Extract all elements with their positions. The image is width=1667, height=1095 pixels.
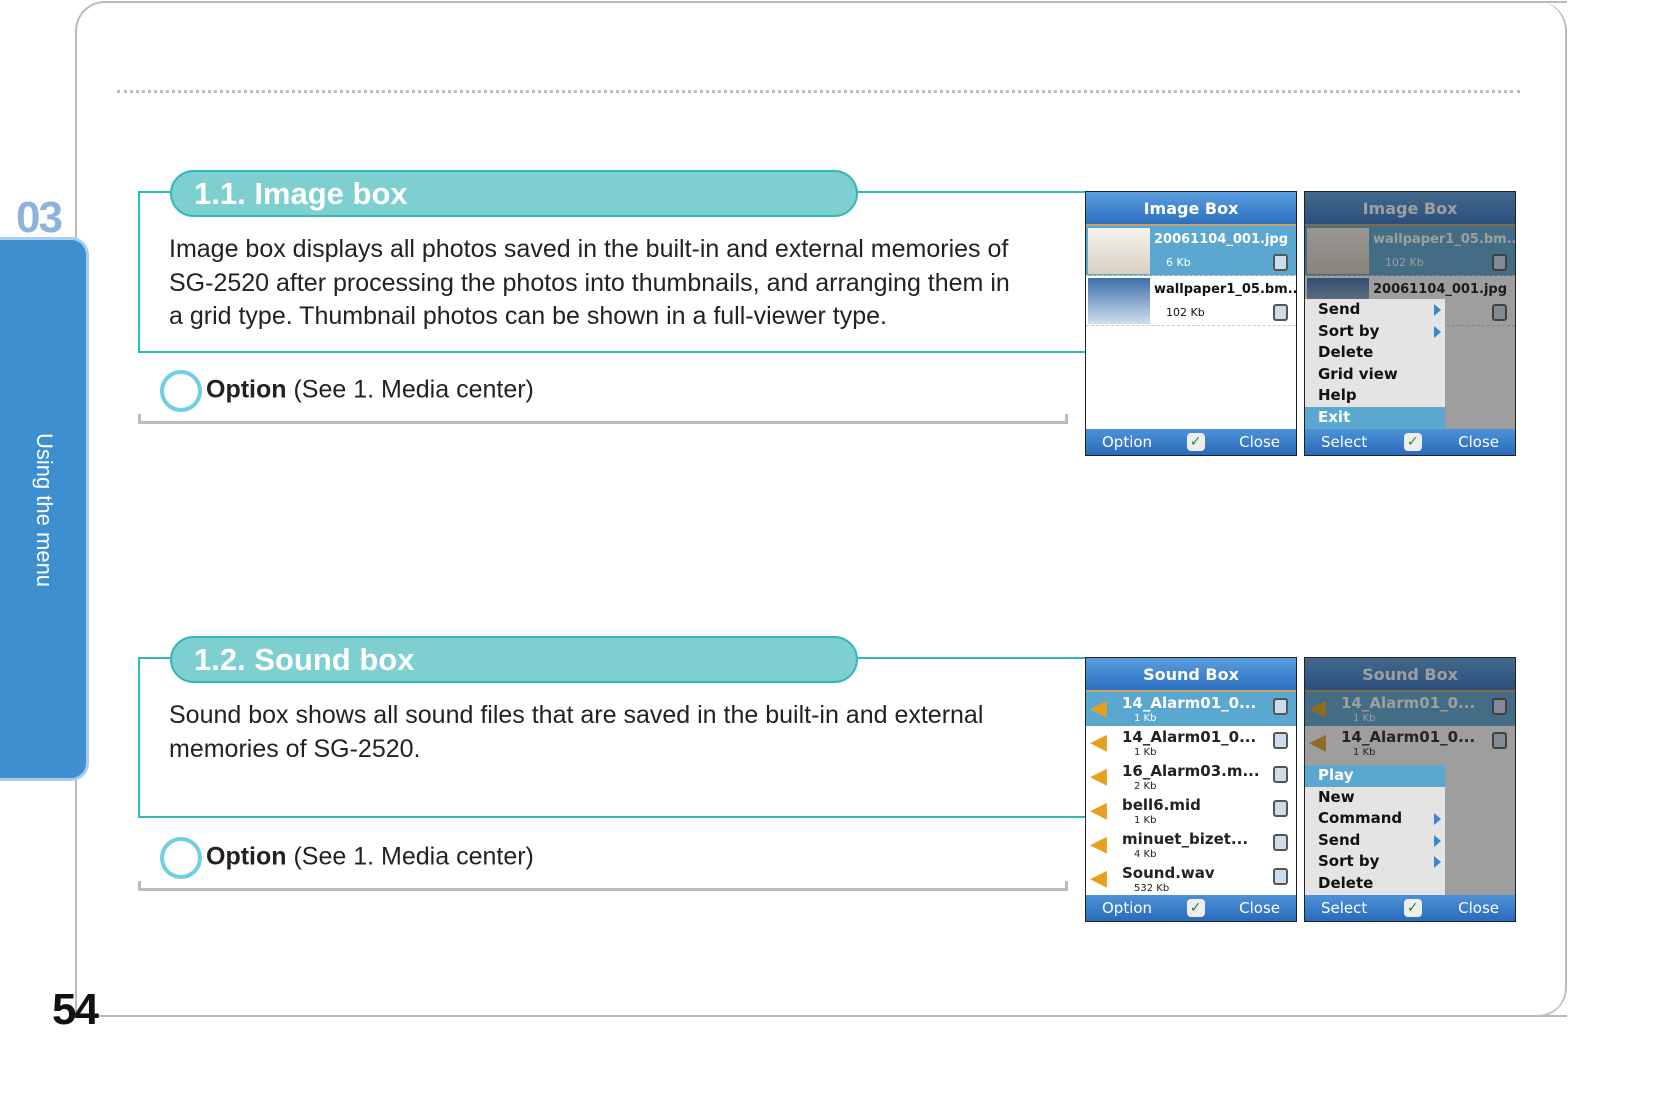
option-bullet-icon (160, 837, 202, 879)
memory-icon (1273, 766, 1288, 783)
sound-box-screen: Sound Box ◀ 14_Alarm01_0... 1 Kb ◀ 14_Alarm0… (1085, 657, 1297, 922)
memory-icon (1273, 800, 1288, 817)
option-divider (138, 412, 1068, 424)
check-icon[interactable]: ✓ (1186, 433, 1205, 451)
option-label: Option (206, 842, 287, 871)
list-item[interactable]: ◀ bell6.mid 1 Kb (1086, 794, 1296, 828)
file-name: bell6.mid (1122, 796, 1201, 814)
speaker-icon: ◀ (1090, 764, 1107, 789)
speaker-icon: ◀ (1090, 798, 1107, 823)
menu-item-exit[interactable]: Exit (1305, 406, 1445, 429)
options-menu: Play New Command Send Sort by Delete (1305, 765, 1445, 895)
section-title: 1.2. Sound box (170, 636, 858, 683)
close-softkey[interactable]: Close (1458, 899, 1499, 917)
memory-icon (1273, 834, 1288, 851)
memory-icon (1273, 868, 1288, 885)
file-name: wallpaper1_05.bm... (1154, 282, 1297, 297)
check-icon[interactable]: ✓ (1186, 899, 1205, 917)
speaker-icon: ◀ (1090, 730, 1107, 755)
screen-header: Image Box (1086, 192, 1296, 226)
file-size: 1 Kb (1134, 713, 1157, 724)
option-label: Option (206, 375, 287, 404)
list-item[interactable]: ◀ 14_Alarm01_0... 1 Kb (1086, 726, 1296, 760)
memory-icon (1273, 698, 1288, 715)
option-reference: (See 1. Media center) (293, 842, 534, 871)
file-size: 2 Kb (1134, 781, 1157, 792)
close-softkey[interactable]: Close (1239, 433, 1280, 451)
speaker-icon: ◀ (1090, 866, 1107, 891)
menu-item-grid-view[interactable]: Grid view (1305, 364, 1445, 386)
memory-icon (1273, 254, 1288, 271)
submenu-arrow-icon (1434, 856, 1441, 869)
list-item[interactable]: ◀ 16_Alarm03.m... 2 Kb (1086, 760, 1296, 794)
select-softkey[interactable]: Select (1321, 433, 1367, 451)
file-name: minuet_bizet... (1122, 830, 1249, 848)
menu-item-send[interactable]: Send (1305, 299, 1445, 321)
submenu-arrow-icon (1434, 813, 1441, 826)
footer-divider (117, 1015, 1567, 1017)
page-number: 54 (52, 985, 99, 1034)
thumbnail (1088, 228, 1150, 274)
close-softkey[interactable]: Close (1239, 899, 1280, 917)
chapter-number: 03 (16, 193, 63, 242)
memory-icon (1273, 732, 1288, 749)
menu-item-command[interactable]: Command (1305, 808, 1445, 830)
file-size: 1 Kb (1134, 815, 1157, 826)
list-item[interactable]: ◀ 14_Alarm01_0... 1 Kb (1086, 692, 1296, 726)
menu-item-new[interactable]: New (1305, 787, 1445, 809)
menu-item-send[interactable]: Send (1305, 830, 1445, 852)
list-item[interactable]: wallpaper1_05.bm... 102 Kb (1086, 276, 1296, 326)
file-size: 532 Kb (1134, 883, 1170, 894)
submenu-arrow-icon (1434, 304, 1441, 316)
list-item[interactable]: 20061104_001.jpg 6 Kb (1086, 226, 1296, 276)
option-softkey[interactable]: Option (1102, 899, 1152, 917)
option-divider (138, 879, 1068, 891)
image-box-screen: Image Box 20061104_001.jpg 6 Kb wallpaper… (1085, 191, 1297, 456)
sound-box-menu-screen: Sound Box ◀ 14_Alarm01_0... 1 Kb ◀ 14_Alarm0… (1304, 657, 1516, 922)
check-icon[interactable]: ✓ (1403, 899, 1422, 917)
menu-item-delete[interactable]: Delete (1305, 873, 1445, 895)
select-softkey[interactable]: Select (1321, 899, 1367, 917)
menu-item-sort-by[interactable]: Sort by (1305, 321, 1445, 343)
thumbnail (1088, 278, 1150, 324)
check-icon[interactable]: ✓ (1403, 433, 1422, 451)
file-size: 1 Kb (1134, 747, 1157, 758)
memory-icon (1273, 304, 1288, 321)
option-note: Option (See 1. Media center) (160, 370, 534, 412)
file-name: 20061104_001.jpg (1154, 232, 1289, 247)
section-description: Image box displays all photos saved in t… (169, 235, 1010, 330)
submenu-arrow-icon (1434, 325, 1441, 338)
file-size: 6 Kb (1166, 256, 1191, 269)
option-bullet-icon (160, 370, 202, 412)
file-name: Sound.wav (1122, 864, 1215, 882)
option-reference: (See 1. Media center) (293, 375, 534, 404)
file-size: 102 Kb (1166, 306, 1205, 319)
screen-header: Sound Box (1086, 658, 1296, 692)
menu-item-play[interactable]: Play (1305, 765, 1445, 787)
section-title: 1.1. Image box (170, 170, 858, 217)
file-size: 4 Kb (1134, 849, 1157, 860)
list-item[interactable]: ◀ Sound.wav 532 Kb (1086, 862, 1296, 896)
menu-item-sort-by[interactable]: Sort by (1305, 851, 1445, 873)
file-name: 16_Alarm03.m... (1122, 762, 1260, 780)
list-item[interactable]: ◀ minuet_bizet... 4 Kb (1086, 828, 1296, 862)
submenu-arrow-icon (1434, 834, 1441, 847)
option-note: Option (See 1. Media center) (160, 837, 534, 879)
chapter-tab-label: Using the menu (32, 432, 57, 588)
option-softkey[interactable]: Option (1102, 433, 1152, 451)
header-divider (117, 90, 1520, 93)
menu-item-help[interactable]: Help (1305, 385, 1445, 407)
speaker-icon: ◀ (1090, 832, 1107, 857)
image-box-menu-screen: Image Box wallpaper1_05.bm... 102 Kb 2006… (1304, 191, 1516, 456)
file-name: 14_Alarm01_0... (1122, 728, 1257, 746)
file-name: 14_Alarm01_0... (1122, 694, 1257, 712)
speaker-icon: ◀ (1090, 696, 1107, 721)
section-description: Sound box shows all sound files that are… (169, 701, 984, 763)
close-softkey[interactable]: Close (1458, 433, 1499, 451)
options-menu: Send Sort by Delete Grid view Help Exit (1305, 299, 1445, 429)
menu-item-delete[interactable]: Delete (1305, 342, 1445, 364)
